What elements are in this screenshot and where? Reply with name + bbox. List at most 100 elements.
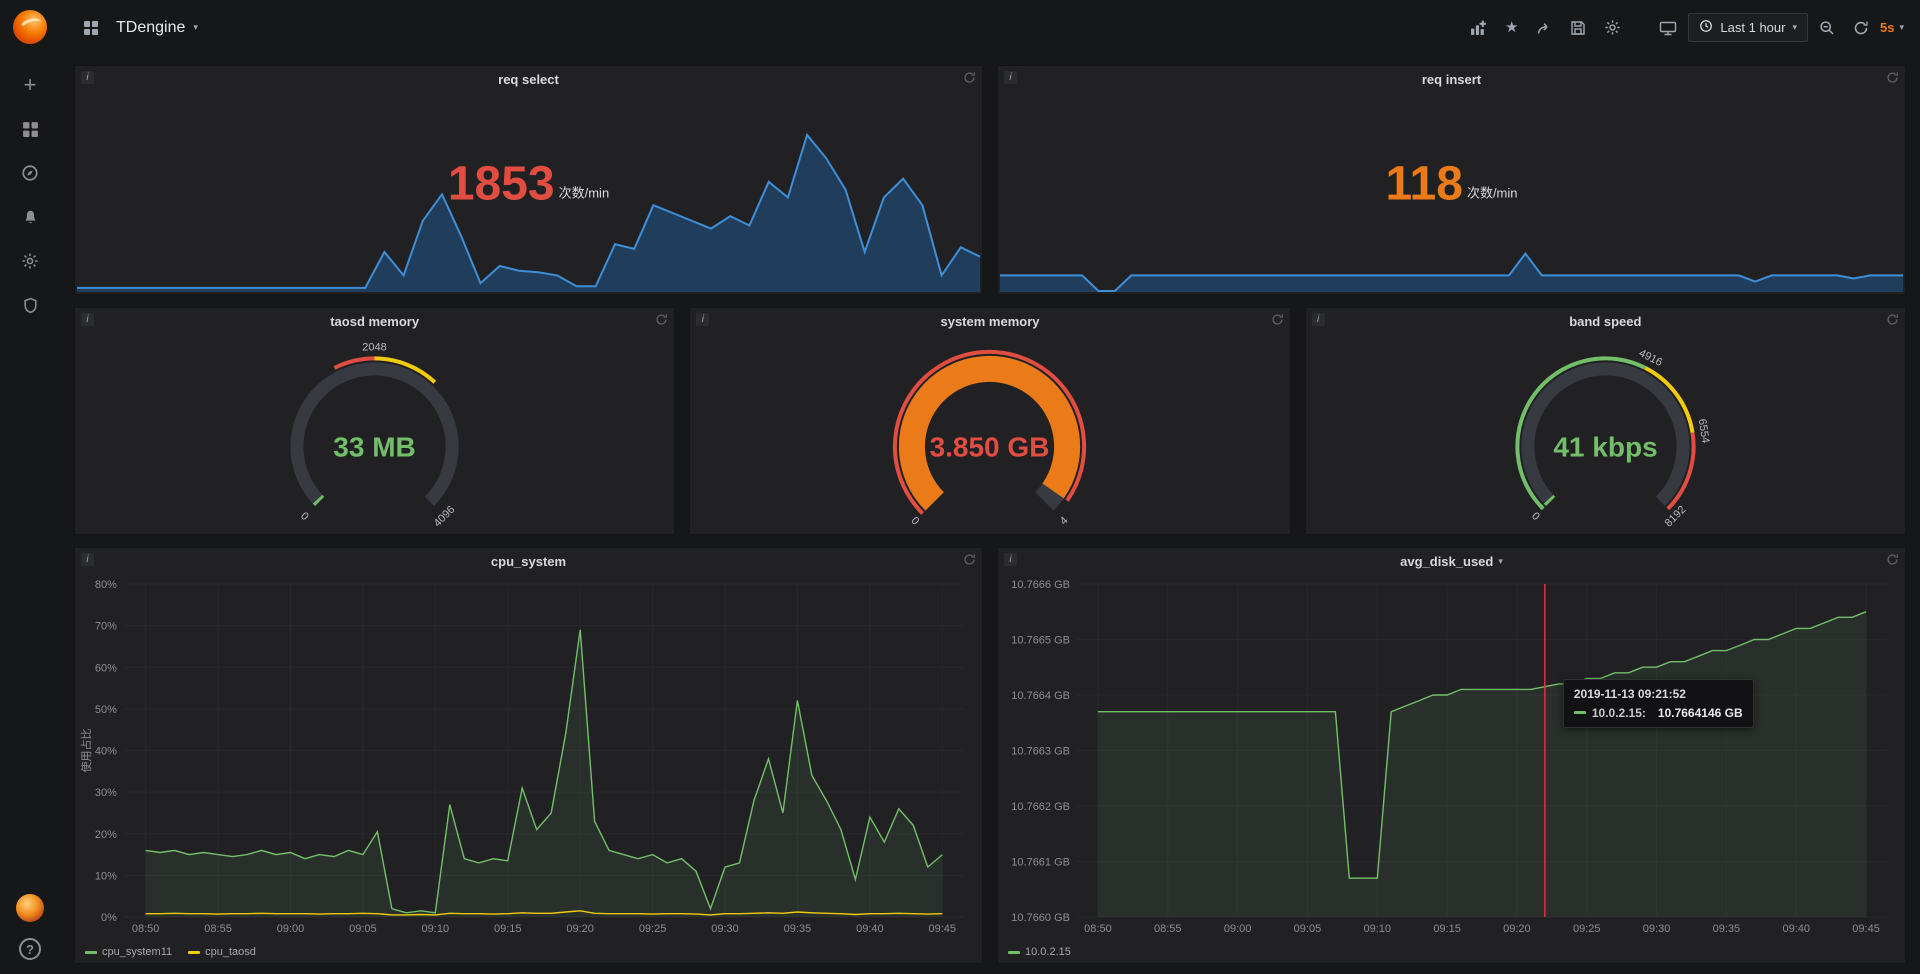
svg-text:09:30: 09:30 — [711, 923, 739, 935]
stat-unit: 次数/min — [559, 183, 610, 205]
time-range-label: Last 1 hour — [1720, 20, 1785, 35]
monitor-icon — [1659, 20, 1677, 36]
svg-text:09:35: 09:35 — [1713, 923, 1741, 935]
svg-text:20%: 20% — [95, 829, 117, 841]
share-icon — [1536, 20, 1552, 36]
star-button[interactable]: ★ — [1498, 15, 1525, 40]
sidebar-item-dashboards[interactable] — [11, 114, 49, 144]
svg-text:41 kbps: 41 kbps — [1553, 432, 1657, 463]
svg-text:08:50: 08:50 — [132, 923, 160, 935]
panel-info-icon[interactable]: i — [696, 313, 709, 326]
gear-icon — [1604, 19, 1621, 36]
help-button[interactable]: ? — [19, 938, 41, 960]
panel-title-band-speed[interactable]: band speed — [1569, 314, 1641, 329]
panel-spinner-icon — [1886, 313, 1899, 331]
panel-info-icon[interactable]: i — [1004, 71, 1017, 84]
stat-value: 118 — [1386, 164, 1463, 205]
panel-info-icon[interactable]: i — [1004, 553, 1017, 566]
panel-title-req-insert[interactable]: req insert — [1422, 72, 1481, 87]
panel-title-taosd-memory[interactable]: taosd memory — [330, 314, 419, 329]
shield-icon — [22, 297, 39, 314]
svg-text:10.7665 GB: 10.7665 GB — [1011, 635, 1070, 647]
panel-title-text: taosd memory — [330, 314, 419, 329]
req-select-sparkline[interactable] — [76, 129, 981, 293]
panel-title-avg-disk-used[interactable]: avg_disk_used ▾ — [1400, 554, 1503, 569]
chevron-down-icon: ▾ — [1899, 22, 1904, 33]
req-select-stat: 1853 次数/min — [448, 164, 609, 205]
svg-text:70%: 70% — [95, 621, 117, 633]
req-insert-sparkline[interactable] — [999, 129, 1904, 293]
svg-text:09:15: 09:15 — [494, 923, 522, 935]
panel-header: i taosd memory — [75, 308, 674, 334]
svg-text:50%: 50% — [95, 704, 117, 716]
add-panel-button[interactable] — [1463, 14, 1494, 41]
sidebar-item-server-admin[interactable] — [11, 290, 49, 320]
svg-text:08:55: 08:55 — [1154, 923, 1182, 935]
save-button[interactable] — [1563, 15, 1593, 41]
legend-item-10-0-2-15[interactable]: 10.0.2.15 — [1008, 946, 1071, 958]
series-color-dash — [188, 951, 200, 954]
user-avatar[interactable] — [16, 894, 44, 922]
grafana-logo-icon[interactable] — [13, 10, 47, 44]
share-button[interactable] — [1529, 15, 1559, 41]
svg-text:60%: 60% — [95, 662, 117, 674]
panel-spinner-icon — [1271, 313, 1284, 331]
legend-item-cpu-system11[interactable]: cpu_system11 — [85, 946, 172, 958]
dashboard-row-2: i taosd memory 02048409633 MB i system m… — [74, 307, 1906, 535]
svg-text:09:20: 09:20 — [566, 923, 594, 935]
panel-spinner-icon — [963, 71, 976, 89]
star-icon: ★ — [1505, 20, 1518, 35]
navbar-actions: ★ — [1463, 13, 1904, 42]
panel-info-icon[interactable]: i — [81, 553, 94, 566]
sidebar-item-alerting[interactable] — [11, 202, 49, 232]
panel-info-icon[interactable]: i — [81, 71, 94, 84]
tv-mode-button[interactable] — [1652, 15, 1684, 41]
svg-text:09:00: 09:00 — [1224, 923, 1252, 935]
sidebar-item-explore[interactable] — [11, 158, 49, 188]
refresh-icon — [1853, 20, 1869, 36]
svg-text:09:10: 09:10 — [1363, 923, 1391, 935]
panel-title-cpu-system[interactable]: cpu_system — [491, 554, 566, 569]
panel-title-text: cpu_system — [491, 554, 566, 569]
panel-title-req-select[interactable]: req select — [498, 72, 559, 87]
panel-header: i cpu_system — [75, 548, 982, 574]
panel-taosd-memory: i taosd memory 02048409633 MB — [74, 307, 675, 535]
clock-icon — [1699, 19, 1713, 36]
dashboard-row-3: i cpu_system 08:5008:5509:0009:0509:1009… — [74, 547, 1906, 964]
zoom-out-button[interactable] — [1812, 15, 1842, 41]
panel-title-system-memory[interactable]: system memory — [940, 314, 1039, 329]
panel-req-insert: i req insert 118 次数/min — [997, 65, 1906, 295]
panel-title-text: avg_disk_used — [1400, 554, 1493, 569]
dashboard-row-1: i req select 1853 次数/min i — [74, 65, 1906, 295]
svg-text:10.7660 GB: 10.7660 GB — [1011, 912, 1070, 924]
legend-item-cpu-taosd[interactable]: cpu_taosd — [188, 946, 256, 958]
chevron-down-icon: ▾ — [1792, 22, 1797, 33]
dashboard-settings-button[interactable] — [1597, 14, 1628, 41]
panel-spinner-icon — [1886, 71, 1899, 89]
panel-spinner-icon — [655, 313, 668, 331]
svg-text:0: 0 — [909, 515, 922, 528]
svg-text:10.7661 GB: 10.7661 GB — [1011, 857, 1070, 869]
panel-info-icon[interactable]: i — [81, 313, 94, 326]
top-navbar: TDengine ▾ ★ — [60, 0, 1920, 55]
svg-text:09:25: 09:25 — [1573, 923, 1601, 935]
svg-text:08:55: 08:55 — [204, 923, 232, 935]
panel-header: i system memory — [690, 308, 1289, 334]
apps-grid-icon-button[interactable] — [76, 15, 106, 41]
cpu-system-graph[interactable]: 08:5008:5509:0009:0509:1009:1509:2009:25… — [79, 576, 976, 937]
panel-system-memory: i system memory 043.850 GB — [689, 307, 1290, 535]
refresh-interval-button[interactable]: 5s ▾ — [1880, 20, 1904, 35]
system-memory-gauge: 043.850 GB — [690, 334, 1289, 528]
panel-info-icon[interactable]: i — [1312, 313, 1325, 326]
svg-text:09:30: 09:30 — [1643, 923, 1671, 935]
refresh-button[interactable] — [1846, 15, 1876, 41]
svg-text:10%: 10% — [95, 870, 117, 882]
sidebar-item-create[interactable]: + — [11, 70, 49, 100]
magnifier-minus-icon — [1819, 20, 1835, 36]
avg-disk-used-graph[interactable]: 08:5008:5509:0009:0509:1009:1509:2009:25… — [1002, 576, 1899, 937]
dashboard-title-button[interactable]: TDengine ▾ — [116, 19, 198, 37]
dashboards-grid-icon — [22, 121, 39, 138]
time-range-picker[interactable]: Last 1 hour ▾ — [1688, 13, 1808, 42]
sidebar-item-configuration[interactable] — [11, 246, 49, 276]
graph-legend: 10.0.2.15 — [1008, 946, 1071, 958]
